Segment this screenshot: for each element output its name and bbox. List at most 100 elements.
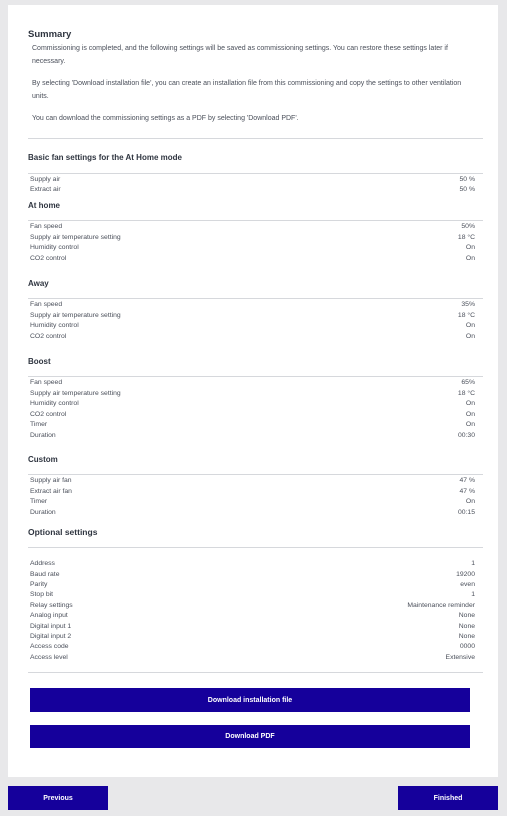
setting-value: On <box>465 244 475 251</box>
setting-label: Fan speed <box>30 301 63 308</box>
setting-label: Fan speed <box>30 223 63 230</box>
setting-label: Supply air temperature setting <box>30 389 121 397</box>
setting-value: 18 °C <box>457 311 475 319</box>
summary-paragraph-3: You can download the commissioning setti… <box>32 115 299 122</box>
setting-row: Digital input 1 None <box>30 622 475 632</box>
setting-label: Address <box>30 560 55 567</box>
setting-value: 0000 <box>459 643 475 650</box>
setting-value: On <box>465 321 475 329</box>
section-title-away: Away <box>28 279 49 288</box>
divider <box>28 547 483 548</box>
setting-row: Fan speed 65% <box>30 378 475 388</box>
setting-value: 00:30 <box>457 431 475 439</box>
setting-value: 35% <box>461 301 475 308</box>
setting-row: Humidity control On <box>30 399 475 409</box>
setting-row: CO2 control On <box>30 410 475 420</box>
setting-row: Baud rate 19200 <box>30 570 475 580</box>
setting-row: Relay settings Maintenance reminder <box>30 601 475 611</box>
setting-value: On <box>465 410 475 418</box>
divider <box>28 138 483 139</box>
setting-label: CO2 control <box>30 410 67 418</box>
setting-row: CO2 control On <box>30 254 475 264</box>
setting-row: Digital input 2 None <box>30 632 475 642</box>
setting-value: None <box>458 633 475 640</box>
setting-label: Relay settings <box>30 601 73 609</box>
setting-label: Stop bit <box>30 591 54 598</box>
divider <box>28 376 483 377</box>
setting-label: Humidity control <box>30 244 79 251</box>
setting-label: Fan speed <box>30 379 63 386</box>
setting-value: On <box>465 332 475 340</box>
setting-label: Supply air temperature setting <box>30 233 121 241</box>
setting-label: Access code <box>30 643 69 650</box>
setting-label: Extract air fan <box>30 487 72 495</box>
setting-label: CO2 control <box>30 254 67 262</box>
download-pdf-button[interactable]: Download PDF <box>30 725 470 748</box>
divider <box>28 220 483 221</box>
setting-label: Baud rate <box>30 570 60 578</box>
setting-value: even <box>460 581 475 588</box>
setting-label: Timer <box>30 498 48 505</box>
setting-label: Supply air temperature setting <box>30 311 121 319</box>
setting-label: Humidity control <box>30 400 79 407</box>
setting-label: Digital input 2 <box>30 633 72 640</box>
download-installation-file-button[interactable]: Download installation file <box>30 688 470 712</box>
finished-button[interactable]: Finished <box>398 786 498 810</box>
setting-label: Supply air <box>30 176 61 183</box>
setting-label: Duration <box>30 509 56 516</box>
previous-button[interactable]: Previous <box>8 786 108 810</box>
setting-row: Humidity control On <box>30 243 475 253</box>
divider <box>28 298 483 299</box>
setting-value: 65% <box>461 379 475 386</box>
setting-row: Parity even <box>30 580 475 590</box>
section-title-at-home: At home <box>28 201 60 210</box>
summary-paragraph-2: By selecting 'Download installation file… <box>32 80 462 100</box>
divider <box>28 672 483 673</box>
setting-value: 47 % <box>459 487 476 495</box>
setting-value: 47 % <box>459 477 476 484</box>
section-title-optional: Optional settings <box>28 527 98 537</box>
section-title-custom: Custom <box>28 455 58 464</box>
setting-value: 18 °C <box>457 233 475 241</box>
setting-label: Parity <box>30 581 48 588</box>
setting-row: Extract air fan 47 % <box>30 487 475 497</box>
setting-row: Stop bit 1 <box>30 590 475 600</box>
setting-value: On <box>465 400 475 407</box>
setting-row: Duration 00:30 <box>30 431 475 441</box>
setting-value: 19200 <box>456 570 475 578</box>
setting-value: Maintenance reminder <box>407 601 475 609</box>
setting-label: Access level <box>30 653 68 661</box>
setting-value: 50% <box>461 223 475 230</box>
setting-row: Access code 0000 <box>30 642 475 652</box>
page-title: Summary <box>28 29 72 40</box>
setting-value: On <box>465 254 475 262</box>
setting-row: Timer On <box>30 420 475 430</box>
section-title-boost: Boost <box>28 357 51 366</box>
setting-row: Access level Extensive <box>30 653 475 663</box>
divider <box>28 173 483 174</box>
setting-label: Analog input <box>30 612 68 619</box>
setting-label: Timer <box>30 420 48 428</box>
setting-row: Supply air temperature setting 18 °C <box>30 233 475 243</box>
summary-card: Summary Commissioning is completed, and … <box>8 5 498 777</box>
setting-row: Analog input None <box>30 611 475 621</box>
setting-value: 50 % <box>459 176 476 183</box>
setting-label: Duration <box>30 431 56 439</box>
setting-value: None <box>458 622 475 630</box>
summary-paragraph-1: Commissioning is completed, and the foll… <box>32 45 448 65</box>
setting-row: Address 1 <box>30 559 475 569</box>
setting-label: Extract air <box>30 186 61 193</box>
setting-value: On <box>465 498 475 505</box>
setting-label: Digital input 1 <box>30 622 72 630</box>
setting-value: 18 °C <box>457 389 475 397</box>
setting-value: 00:15 <box>457 509 475 516</box>
setting-value: 50 % <box>459 186 476 193</box>
setting-row: Humidity control On <box>30 321 475 331</box>
setting-row: Duration 00:15 <box>30 508 475 518</box>
setting-row: Fan speed 35% <box>30 300 475 310</box>
setting-row: Supply air 50 % <box>30 175 475 185</box>
setting-value: 1 <box>471 560 475 567</box>
setting-row: Supply air fan 47 % <box>30 476 475 486</box>
setting-value: Extensive <box>445 653 475 661</box>
setting-row: Supply air temperature setting 18 °C <box>30 389 475 399</box>
